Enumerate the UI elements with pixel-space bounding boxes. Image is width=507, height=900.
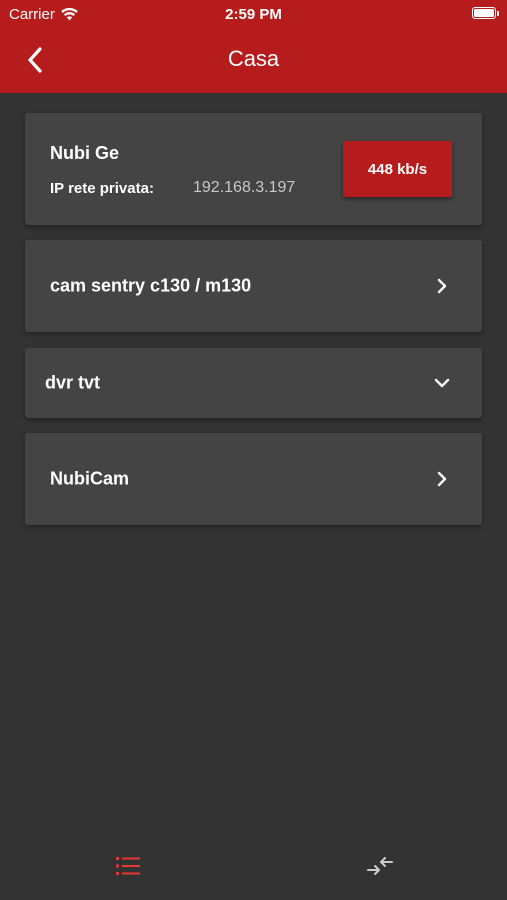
list-item-label: dvr tvt: [45, 372, 101, 393]
battery-level: [474, 9, 494, 17]
list-item-nubicam[interactable]: NubiCam: [25, 433, 482, 525]
list-item-label: cam sentry c130 / m130: [50, 275, 252, 296]
device-card: Nubi Ge IP rete privata: 192.168.3.197 4…: [25, 113, 482, 225]
tab-swap[interactable]: [366, 852, 394, 880]
ip-label: IP rete privata:: [50, 180, 154, 197]
tab-list[interactable]: [114, 852, 142, 880]
list-item-label: NubiCam: [50, 468, 130, 489]
chevron-right-icon: [434, 278, 450, 294]
device-name: Nubi Ge: [50, 143, 120, 163]
list-icon: [116, 857, 140, 875]
list-item-dvr-tvt[interactable]: dvr tvt: [25, 348, 482, 418]
status-bar: Carrier 2:59 PM: [0, 0, 507, 28]
swap-arrows-icon: [367, 857, 393, 875]
ip-value: 192.168.3.197: [193, 179, 296, 196]
chevron-down-icon: [434, 375, 450, 391]
status-time: 2:59 PM: [225, 6, 282, 23]
chevron-right-icon: [434, 471, 450, 487]
app-header: Carrier 2:59 PM Casa: [0, 0, 507, 93]
speed-badge: 448 kb/s: [343, 141, 452, 197]
list-item-cam-sentry[interactable]: cam sentry c130 / m130: [25, 240, 482, 332]
battery-tip: [497, 11, 499, 16]
battery-icon: [472, 7, 499, 19]
page-title: Casa: [227, 46, 280, 71]
